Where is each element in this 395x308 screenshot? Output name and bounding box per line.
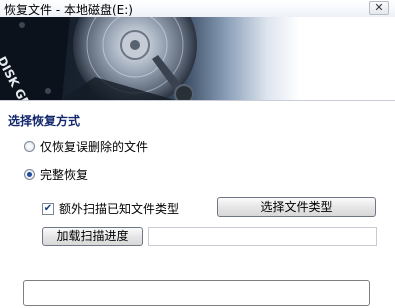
radio-deleted-only-label: 仅恢复误删除的文件 [40, 140, 149, 154]
extra-scan-checkbox[interactable]: ✔ [42, 202, 54, 215]
radio-deleted-only-control[interactable] [24, 141, 35, 152]
close-icon: ✕ [374, 1, 384, 14]
extra-scan-option[interactable]: ✔ 额外扫描已知文件类型 [42, 200, 179, 217]
radio-full-recovery-control[interactable] [24, 169, 35, 180]
select-file-type-button[interactable]: 选择文件类型 [217, 197, 376, 217]
window-title: 恢复文件 - 本地磁盘(E:) [4, 3, 133, 17]
title-bar: 恢复文件 - 本地磁盘(E:) ✕ [0, 0, 395, 17]
section-title: 选择恢复方式 [8, 114, 81, 128]
status-field [23, 280, 370, 306]
banner-image: DISK GENIUS [0, 17, 395, 100]
load-scan-progress-button[interactable]: 加载扫描进度 [42, 227, 143, 246]
scan-progress-path-field[interactable] [148, 227, 377, 246]
banner-separator [0, 100, 395, 101]
radio-full-recovery[interactable]: 完整恢复 [24, 166, 88, 183]
extra-scan-label: 额外扫描已知文件类型 [59, 202, 180, 216]
hard-disk-illustration: DISK GENIUS [0, 17, 197, 100]
radio-deleted-only[interactable]: 仅恢复误删除的文件 [24, 138, 148, 155]
radio-full-recovery-label: 完整恢复 [40, 168, 89, 182]
close-button[interactable]: ✕ [369, 1, 389, 15]
